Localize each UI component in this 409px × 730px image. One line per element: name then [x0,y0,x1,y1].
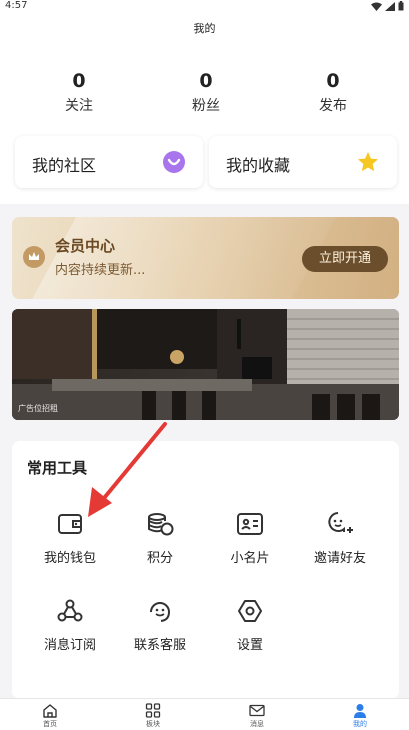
signal-icon [385,1,395,11]
crown-icon [23,246,45,268]
status-icons [371,1,404,11]
customer-service-icon [150,602,170,622]
tab-me[interactable]: 我的 [335,703,385,729]
tool-wallet-label: 我的钱包 [43,551,96,566]
vip-banner[interactable]: 会员中心 内容持续更新... 立即开通 [12,217,399,299]
tab-home[interactable]: 首页 [25,703,75,729]
tool-points-label: 积分 [146,551,173,566]
bottom-tab-bar: 首页 板块 消息 我的 [0,698,409,730]
tool-subscribe[interactable]: 消息订阅 [25,596,115,653]
ad-banner[interactable]: 广告位招租 [12,309,399,420]
page-title: 我的 [193,22,216,35]
tab-sections[interactable]: 板块 [128,703,178,729]
tool-invite-friend-label: 邀请好友 [313,551,366,566]
ad-tag: 广告位招租 [18,404,58,413]
tool-settings-label: 设置 [236,638,263,653]
coins-icon [148,513,174,536]
ad-image [12,309,399,420]
stat-following-label: 关注 [65,98,93,114]
star-icon [358,152,378,172]
my-favorites-card[interactable]: 我的收藏 [209,136,397,188]
status-time: 4:57 [5,0,28,11]
status-bar: 4:57 [0,0,409,14]
settings-icon [238,600,262,622]
tab-messages-label: 消息 [250,720,264,728]
tab-home-label: 首页 [43,720,57,728]
tool-business-card[interactable]: 小名片 [205,509,295,566]
subscribe-icon [57,599,83,622]
wifi-icon [371,2,382,11]
stat-posts-count: 0 [326,70,340,92]
wallet-icon [58,514,82,534]
stat-fans-count: 0 [199,70,213,92]
tool-business-card-label: 小名片 [230,551,270,566]
vip-title: 会员中心 [55,237,116,255]
stat-fans-label: 粉丝 [192,98,220,114]
tool-customer-service[interactable]: 联系客服 [115,596,205,653]
tool-wallet[interactable]: 我的钱包 [25,509,115,566]
invite-friend-icon [328,512,353,533]
tool-settings[interactable]: 设置 [205,596,295,653]
my-community-label: 我的社区 [32,156,97,175]
person-icon [354,704,366,718]
mail-icon [249,704,265,717]
battery-icon [398,1,404,11]
home-icon [43,704,57,718]
tool-subscribe-label: 消息订阅 [43,638,96,653]
my-favorites-label: 我的收藏 [226,156,291,175]
tool-customer-service-label: 联系客服 [133,638,186,653]
tab-me-label: 我的 [353,720,367,728]
stat-following-count: 0 [72,70,86,92]
tool-invite-friend[interactable]: 邀请好友 [295,509,385,566]
grid-icon [145,703,161,718]
stat-posts[interactable]: 0 发布 [288,70,378,115]
tab-messages[interactable]: 消息 [232,703,282,729]
stat-posts-label: 发布 [319,98,347,114]
tab-sections-label: 板块 [146,720,160,728]
community-icon [163,151,185,173]
card-icon [237,513,263,535]
tool-points[interactable]: 积分 [115,509,205,566]
stat-fans[interactable]: 0 粉丝 [161,70,251,115]
tools-title: 常用工具 [27,459,88,477]
vip-subtitle: 内容持续更新... [55,263,146,278]
vip-open-button[interactable]: 立即开通 [302,246,388,272]
common-tools-panel: 常用工具 我的钱包 积分 小名片 邀请好友 消息订阅 联系客服 设置 [12,441,399,699]
stat-following[interactable]: 0 关注 [34,70,124,115]
my-community-card[interactable]: 我的社区 [15,136,203,188]
vip-sheen [17,217,347,299]
